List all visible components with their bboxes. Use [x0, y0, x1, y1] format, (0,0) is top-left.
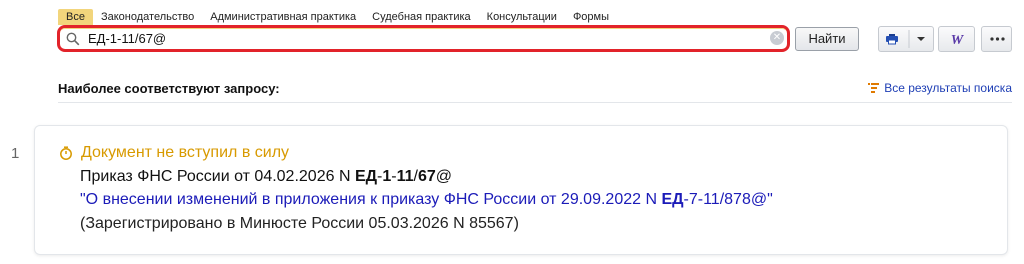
search-input[interactable] [88, 29, 728, 48]
registration-note: (Зарегистрировано в Минюсте России 05.03… [80, 215, 519, 232]
print-button[interactable] [878, 26, 934, 52]
result-card[interactable]: Документ не вступил в силу Приказ ФНС Ро… [34, 125, 1008, 255]
results-heading: Наиболее соответствуют запросу: [58, 81, 280, 96]
print-icon [886, 30, 925, 48]
more-icon [990, 37, 1005, 41]
all-results-link[interactable]: Все результаты поиска [868, 81, 1012, 95]
search-scope-tabs: Все Законодательство Административная пр… [58, 9, 617, 25]
word-icon: W [951, 33, 965, 48]
clear-icon[interactable]: ✕ [770, 31, 784, 45]
export-word-button[interactable]: W [938, 26, 975, 52]
tab-administrative-practice[interactable]: Административная практика [202, 9, 364, 25]
tab-judicial-practice[interactable]: Судебная практика [364, 9, 478, 25]
svg-text:W: W [951, 33, 965, 48]
find-button[interactable]: Найти [795, 27, 859, 51]
document-status: Документ не вступил в силу [59, 144, 289, 162]
document-title-link[interactable]: "О внесении изменений в приложения к при… [80, 191, 773, 209]
clock-icon [60, 146, 72, 160]
list-icon [868, 83, 880, 93]
tab-all[interactable]: Все [58, 9, 93, 25]
tab-consultations[interactable]: Консультации [479, 9, 565, 25]
more-button[interactable] [981, 26, 1012, 52]
chevron-down-icon [917, 37, 925, 41]
search-box[interactable] [57, 25, 790, 52]
document-reference: Приказ ФНС России от 04.02.2026 N ЕД-1-1… [80, 168, 452, 185]
search-icon [66, 32, 80, 46]
all-results-label: Все результаты поиска [884, 81, 1012, 95]
results-header: Наиболее соответствуют запросу: Все резу… [58, 80, 1012, 103]
tab-forms[interactable]: Формы [565, 9, 617, 25]
status-label: Документ не вступил в силу [81, 144, 290, 161]
result-number: 1 [11, 145, 20, 162]
tab-legislation[interactable]: Законодательство [93, 9, 202, 25]
